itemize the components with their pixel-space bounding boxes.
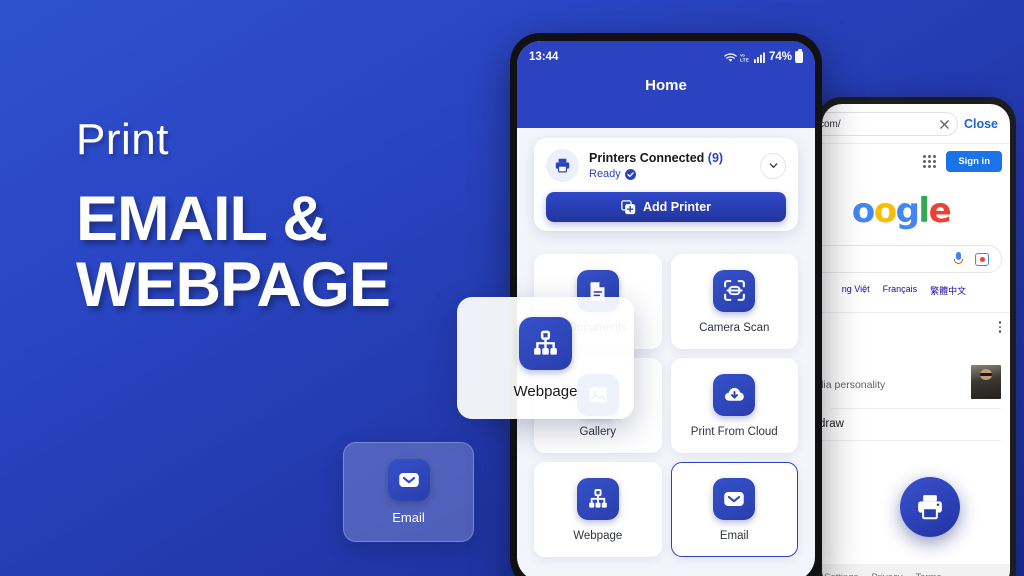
status-bar: 13:44 Vo LTE 74% [529,49,803,63]
signal-bars-icon [753,52,765,63]
promo-text-block: Print EMAIL & WEBPAGE [76,115,496,319]
page-title: Home [645,77,687,94]
floating-email-card[interactable]: Email [343,442,474,542]
browser-screen: com/ Close Sign in oogle ng Việt Françai… [822,104,1010,576]
grid-apps-icon[interactable] [923,155,937,168]
google-lens-icon[interactable] [975,252,989,266]
browser-url-bar: com/ Close [822,104,1010,144]
floating-email-card-label: Email [392,510,425,525]
printers-card-status: Ready [589,168,750,180]
cloud-download-icon [713,373,756,416]
google-logo: oogle [851,191,952,231]
microphone-icon[interactable] [953,252,964,266]
result-thumbnail [971,365,1001,399]
language-link-1[interactable]: Français [883,284,918,297]
envelope-icon [387,459,430,501]
printers-card-text: Printers Connected (9) Ready [589,151,750,180]
tile-gallery-label: Gallery [579,425,616,438]
footer-link-terms[interactable]: Terms [915,572,941,576]
printer-icon [918,495,942,520]
tile-webpage-label: Webpage [573,529,623,542]
promo-headline-line2: WEBPAGE [76,250,391,321]
sitemap-icon [519,316,572,370]
check-circle-icon [624,168,636,180]
result-secondary-row: nd draw [822,418,1001,441]
printers-card-status-text: Ready [589,168,621,180]
floating-webpage-card[interactable]: Webpage [457,297,634,419]
wifi-icon [724,52,737,63]
google-search-input[interactable] [822,245,1002,273]
printers-card-row: Printers Connected (9) Ready [546,149,786,182]
result-title: es [822,322,1001,338]
language-link-2[interactable]: 繁體中文 [930,284,966,297]
battery-percent: 74% [768,51,792,63]
footer-link-settings[interactable]: Settings [824,572,858,576]
footer-link-privacy[interactable]: Privacy [871,572,902,576]
language-link-0[interactable]: ng Việt [842,284,870,297]
promo-headline-line1: EMAIL & [76,184,328,254]
sitemap-icon [576,477,619,520]
printers-card-name: Printers Connected [589,151,705,165]
add-document-icon [621,199,636,215]
add-printer-button[interactable]: Add Printer [546,192,786,222]
tile-email[interactable]: Email [670,462,798,557]
sign-in-button[interactable]: Sign in [946,151,1002,172]
tile-print-from-cloud[interactable]: Print From Cloud [670,358,798,453]
search-result-card: es media personality nd draw [822,312,1010,441]
more-vertical-icon[interactable] [998,321,1001,333]
promo-kicker: Print [76,115,169,164]
floating-webpage-card-label: Webpage [513,382,578,400]
close-icon[interactable] [940,119,949,129]
result-description-row: media personality [822,365,1001,409]
tile-camera-scan-label: Camera Scan [699,321,770,334]
browser-close-button[interactable]: Close [964,117,1002,131]
result-description: media personality [822,379,886,391]
printers-card-title: Printers Connected (9) [589,151,750,165]
chevron-down-icon[interactable] [760,152,786,179]
app-header: 13:44 Vo LTE 74% Home [517,41,815,128]
tile-camera-scan[interactable]: Camera Scan [670,254,798,349]
print-fab-button[interactable] [900,477,960,537]
printer-icon [546,149,579,182]
svg-text:LTE: LTE [740,57,750,62]
printers-connected-card[interactable]: Printers Connected (9) Ready Add Printer [534,138,798,231]
language-links: ng Việt Français 繁體中文 [822,284,1010,297]
volte-icon: Vo LTE [740,52,751,62]
browser-footer: Settings Privacy Terms [822,564,1010,576]
printers-card-count: (9) [707,151,724,165]
tile-webpage[interactable]: Webpage [534,462,662,557]
add-printer-button-label: Add Printer [642,200,712,214]
tile-print-from-cloud-label: Print From Cloud [690,425,778,438]
browser-top-row: Sign in [822,144,1010,175]
svg-text:Vo: Vo [740,52,745,57]
url-text: com/ [822,118,841,130]
promo-headline: EMAIL & WEBPAGE [76,186,496,318]
status-bar-indicators: Vo LTE 74% [724,49,803,63]
url-input[interactable]: com/ [822,112,958,136]
status-bar-time: 13:44 [529,51,559,63]
scan-frame-icon [713,269,756,312]
envelope-icon [713,477,756,520]
secondary-phone-mockup: com/ Close Sign in oogle ng Việt Françai… [816,97,1016,576]
tile-email-label: Email [719,529,749,542]
battery-icon [795,49,803,63]
